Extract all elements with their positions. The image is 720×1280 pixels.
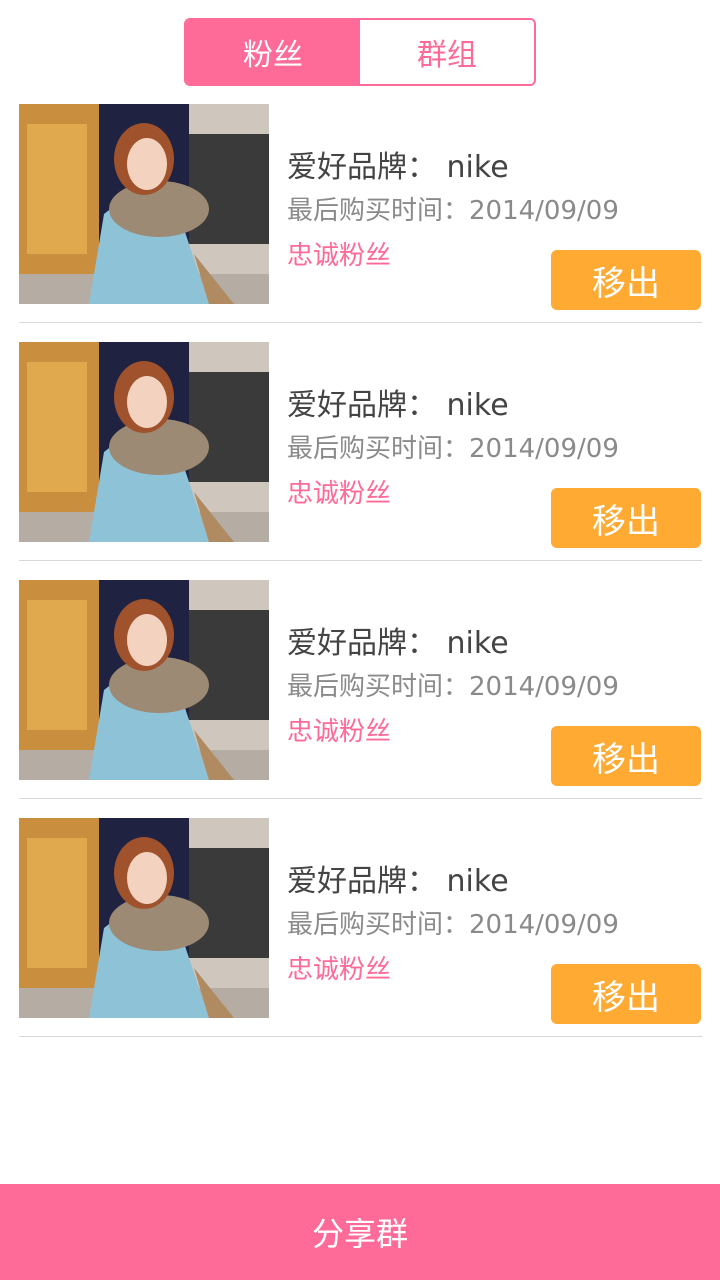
- last-purchase-time: 最后购买时间：2014/09/09: [287, 196, 619, 226]
- list-item[interactable]: 爱好品牌： nike 最后购买时间：2014/09/09 忠诚粉丝 移出: [19, 342, 702, 561]
- fan-photo: [19, 580, 269, 780]
- fan-tag: 忠诚粉丝: [287, 955, 392, 985]
- favorite-brand: 爱好品牌： nike: [287, 150, 509, 185]
- list-item[interactable]: 爱好品牌： nike 最后购买时间：2014/09/09 忠诚粉丝 移出: [19, 104, 702, 323]
- fan-tag: 忠诚粉丝: [287, 717, 392, 747]
- last-purchase-time: 最后购买时间：2014/09/09: [287, 672, 619, 702]
- tab-fans[interactable]: 粉丝: [186, 20, 360, 84]
- favorite-brand: 爱好品牌： nike: [287, 626, 509, 661]
- remove-button[interactable]: 移出: [551, 250, 701, 310]
- fan-photo: [19, 818, 269, 1018]
- fan-tag: 忠诚粉丝: [287, 241, 392, 271]
- page: 粉丝 群组 爱好品牌： nike 最后购买时间：2014/09/09 忠诚粉丝 …: [0, 0, 720, 1280]
- tab-switcher: 粉丝 群组: [184, 18, 536, 86]
- last-purchase-time: 最后购买时间：2014/09/09: [287, 434, 619, 464]
- tab-groups[interactable]: 群组: [360, 20, 534, 84]
- fan-list: 爱好品牌： nike 最后购买时间：2014/09/09 忠诚粉丝 移出 爱好品…: [19, 104, 702, 1056]
- last-purchase-time: 最后购买时间：2014/09/09: [287, 910, 619, 940]
- share-group-button[interactable]: 分享群: [0, 1184, 720, 1280]
- favorite-brand: 爱好品牌： nike: [287, 864, 509, 899]
- remove-button[interactable]: 移出: [551, 726, 701, 786]
- remove-button[interactable]: 移出: [551, 488, 701, 548]
- list-item[interactable]: 爱好品牌： nike 最后购买时间：2014/09/09 忠诚粉丝 移出: [19, 818, 702, 1037]
- fan-photo: [19, 104, 269, 304]
- fan-photo: [19, 342, 269, 542]
- fan-tag: 忠诚粉丝: [287, 479, 392, 509]
- favorite-brand: 爱好品牌： nike: [287, 388, 509, 423]
- remove-button[interactable]: 移出: [551, 964, 701, 1024]
- list-item[interactable]: 爱好品牌： nike 最后购买时间：2014/09/09 忠诚粉丝 移出: [19, 580, 702, 799]
